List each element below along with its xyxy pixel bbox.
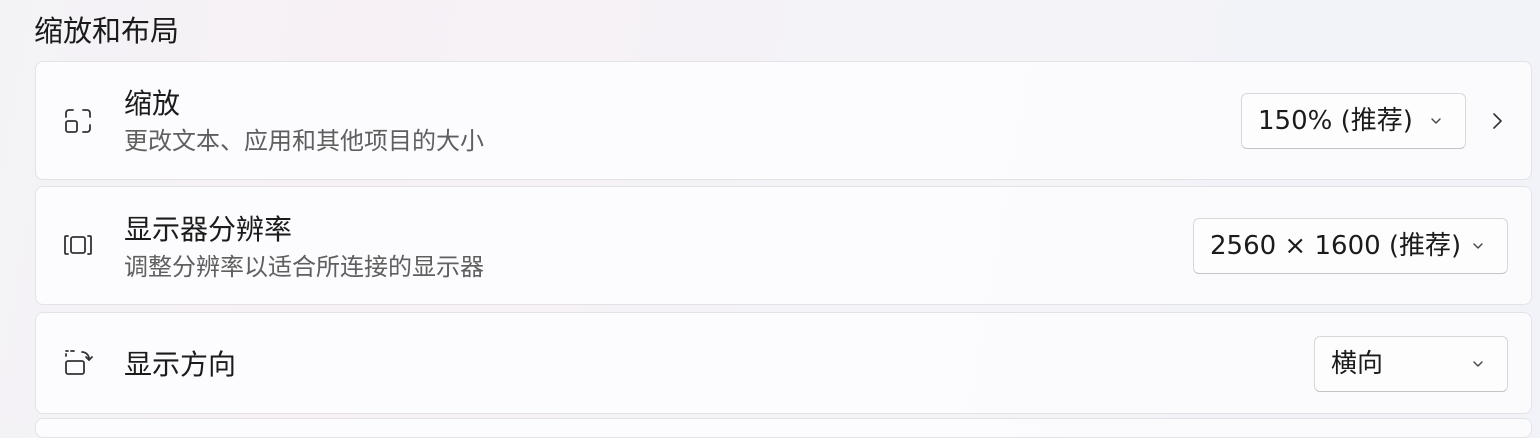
orientation-dropdown-value: 横向 bbox=[1331, 349, 1384, 379]
resolution-subtitle: 调整分辨率以适合所连接的显示器 bbox=[124, 253, 484, 281]
scale-title: 缩放 bbox=[124, 87, 181, 120]
scale-subtitle: 更改文本、应用和其他项目的大小 bbox=[124, 127, 484, 155]
orientation-setting-card[interactable]: 显示方向 横向 bbox=[35, 312, 1532, 414]
orientation-dropdown[interactable]: 横向 bbox=[1314, 336, 1508, 392]
resolution-dropdown-value: 2560 × 1600 (推荐) bbox=[1210, 231, 1462, 261]
chevron-right-icon[interactable] bbox=[1486, 110, 1508, 132]
resolution-title: 显示器分辨率 bbox=[124, 213, 293, 246]
resolution-icon bbox=[62, 229, 94, 261]
resolution-setting-card[interactable]: 显示器分辨率 调整分辨率以适合所连接的显示器 2560 × 1600 (推荐) bbox=[35, 186, 1532, 305]
chevron-down-icon bbox=[1428, 113, 1444, 129]
orientation-icon bbox=[62, 347, 94, 379]
scale-setting-card[interactable]: 缩放 更改文本、应用和其他项目的大小 150% (推荐) bbox=[35, 61, 1532, 180]
next-setting-card[interactable] bbox=[35, 418, 1532, 438]
orientation-title: 显示方向 bbox=[124, 348, 237, 381]
section-title: 缩放和布局 bbox=[34, 14, 180, 48]
chevron-down-icon bbox=[1470, 356, 1486, 372]
scale-dropdown-value: 150% (推荐) bbox=[1258, 106, 1413, 136]
scale-dropdown[interactable]: 150% (推荐) bbox=[1241, 93, 1466, 149]
scale-icon bbox=[62, 105, 94, 137]
chevron-down-icon bbox=[1470, 238, 1486, 254]
resolution-dropdown[interactable]: 2560 × 1600 (推荐) bbox=[1193, 218, 1508, 274]
